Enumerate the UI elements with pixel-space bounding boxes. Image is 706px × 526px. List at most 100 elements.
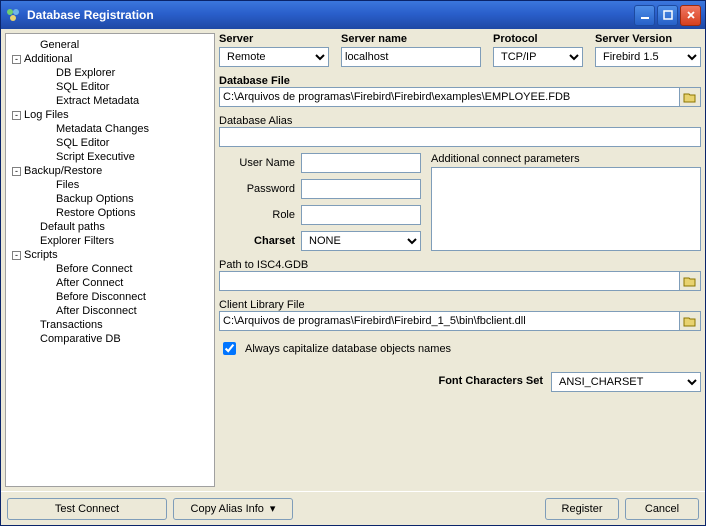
tree-item-label: Restore Options <box>56 207 135 219</box>
test-connect-button[interactable]: Test Connect <box>7 498 167 520</box>
extra-params-memo[interactable] <box>431 167 701 251</box>
tree-item-label: After Disconnect <box>56 305 137 317</box>
tree-item[interactable]: DB Explorer <box>8 66 212 80</box>
tree-item[interactable]: Transactions <box>8 318 212 332</box>
tree-item-label: Before Disconnect <box>56 291 146 303</box>
tree-spacer <box>44 69 53 78</box>
tree-spacer <box>28 223 37 232</box>
tree-item[interactable]: Restore Options <box>8 206 212 220</box>
tree-spacer <box>44 83 53 92</box>
tree-item-label: Additional <box>24 53 72 65</box>
servername-label: Server name <box>341 33 481 45</box>
chevron-down-icon: ▾ <box>270 502 276 515</box>
tree-spacer <box>44 209 53 218</box>
server-label: Server <box>219 33 329 45</box>
clientlib-input[interactable] <box>219 311 679 331</box>
tree-item[interactable]: -Scripts <box>8 248 212 262</box>
tree-item[interactable]: -Backup/Restore <box>8 164 212 178</box>
username-label: User Name <box>219 157 301 169</box>
protocol-label: Protocol <box>493 33 583 45</box>
tree-item[interactable]: -Additional <box>8 52 212 66</box>
register-button[interactable]: Register <box>545 498 619 520</box>
server-select[interactable]: Remote <box>219 47 329 67</box>
tree-item[interactable]: Comparative DB <box>8 332 212 346</box>
tree-spacer <box>44 181 53 190</box>
cancel-button[interactable]: Cancel <box>625 498 699 520</box>
collapse-icon[interactable]: - <box>12 167 21 176</box>
capitalize-checkbox[interactable] <box>223 342 236 355</box>
tree-item[interactable]: Before Connect <box>8 262 212 276</box>
tree-item[interactable]: Explorer Filters <box>8 234 212 248</box>
password-input[interactable] <box>301 179 421 199</box>
tree-item-label: Scripts <box>24 249 58 261</box>
tree-spacer <box>44 293 53 302</box>
tree-item-label: Default paths <box>40 221 105 233</box>
version-select[interactable]: Firebird 1.5 <box>595 47 701 67</box>
minimize-button[interactable] <box>634 5 655 26</box>
alias-input[interactable] <box>219 127 701 147</box>
charset-label: Charset <box>219 235 301 247</box>
tree-item-label: Before Connect <box>56 263 132 275</box>
window: Database Registration General-Additional… <box>0 0 706 526</box>
isc4-browse-button[interactable] <box>679 271 701 291</box>
collapse-icon[interactable]: - <box>12 55 21 64</box>
tree-item-label: Backup Options <box>56 193 134 205</box>
tree-item-label: After Connect <box>56 277 123 289</box>
extra-params-label: Additional connect parameters <box>431 153 701 165</box>
protocol-select[interactable]: TCP/IP <box>493 47 583 67</box>
folder-open-icon <box>683 315 697 327</box>
tree-item-label: Files <box>56 179 79 191</box>
tree-spacer <box>44 307 53 316</box>
capitalize-label: Always capitalize database objects names <box>245 343 451 355</box>
tree-item[interactable]: After Connect <box>8 276 212 290</box>
folder-open-icon <box>683 275 697 287</box>
tree-item[interactable]: Files <box>8 178 212 192</box>
tree-item-label: Transactions <box>40 319 103 331</box>
tree-item[interactable]: Extract Metadata <box>8 94 212 108</box>
collapse-icon[interactable]: - <box>12 111 21 120</box>
tree-item[interactable]: Default paths <box>8 220 212 234</box>
tree-item-label: Script Executive <box>56 151 135 163</box>
tree-item[interactable]: After Disconnect <box>8 304 212 318</box>
tree-item-label: SQL Editor <box>56 137 109 149</box>
tree-spacer <box>28 335 37 344</box>
tree-spacer <box>28 237 37 246</box>
tree-spacer <box>44 279 53 288</box>
dbfile-input[interactable] <box>219 87 679 107</box>
dbfile-browse-button[interactable] <box>679 87 701 107</box>
servername-input[interactable] <box>341 47 481 67</box>
tree-item[interactable]: Metadata Changes <box>8 122 212 136</box>
clientlib-browse-button[interactable] <box>679 311 701 331</box>
password-label: Password <box>219 183 301 195</box>
form-panel: Server Remote Server name Protocol TCP/I… <box>219 33 701 487</box>
close-button[interactable] <box>680 5 701 26</box>
window-title: Database Registration <box>27 8 634 22</box>
role-input[interactable] <box>301 205 421 225</box>
tree-item-label: Backup/Restore <box>24 165 102 177</box>
tree-spacer <box>44 195 53 204</box>
tree-spacer <box>28 41 37 50</box>
footer: Test Connect Copy Alias Info▾ Register C… <box>1 491 705 525</box>
tree-item-label: Explorer Filters <box>40 235 114 247</box>
charset-select[interactable]: NONE <box>301 231 421 251</box>
fontcharset-select[interactable]: ANSI_CHARSET <box>551 372 701 392</box>
tree-item[interactable]: General <box>8 38 212 52</box>
tree-item-label: Metadata Changes <box>56 123 149 135</box>
isc4-input[interactable] <box>219 271 679 291</box>
tree-item[interactable]: Before Disconnect <box>8 290 212 304</box>
maximize-button[interactable] <box>657 5 678 26</box>
tree-spacer <box>44 153 53 162</box>
tree-item[interactable]: Backup Options <box>8 192 212 206</box>
copy-alias-button[interactable]: Copy Alias Info▾ <box>173 498 293 520</box>
username-input[interactable] <box>301 153 421 173</box>
tree-spacer <box>44 97 53 106</box>
tree-item[interactable]: Script Executive <box>8 150 212 164</box>
tree-item-label: SQL Editor <box>56 81 109 93</box>
tree-item[interactable]: SQL Editor <box>8 80 212 94</box>
tree-item[interactable]: -Log Files <box>8 108 212 122</box>
clientlib-label: Client Library File <box>219 299 305 311</box>
collapse-icon[interactable]: - <box>12 251 21 260</box>
tree-spacer <box>44 265 53 274</box>
tree-item[interactable]: SQL Editor <box>8 136 212 150</box>
tree-item-label: DB Explorer <box>56 67 115 79</box>
